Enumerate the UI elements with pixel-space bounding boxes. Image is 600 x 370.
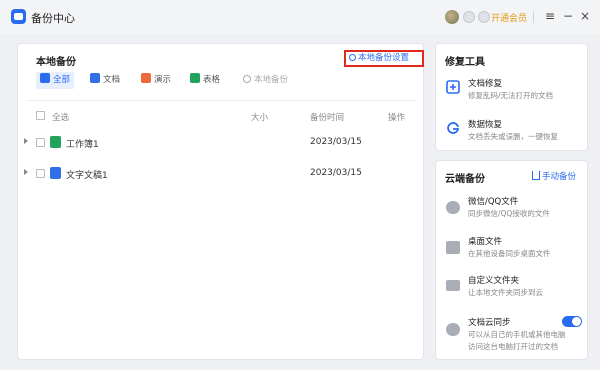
sheet-file-icon <box>50 136 61 148</box>
table-row[interactable]: 文字文稿1 2023/03/15 <box>18 159 423 189</box>
search-icon <box>243 75 251 83</box>
cloud-sync-icon <box>446 323 460 336</box>
custom-folder-title: 自定义文件夹 <box>468 276 520 286</box>
title-divider <box>533 11 534 23</box>
table-row[interactable]: 工作簿1 2023/03/15 <box>18 128 423 158</box>
open-vip-link[interactable]: 开通会员 <box>491 11 527 24</box>
upload-icon <box>532 171 540 180</box>
cloud-backup-title: 云端备份 <box>445 174 485 185</box>
filter-slides[interactable]: 演示 <box>141 72 171 89</box>
expand-arrow-icon[interactable] <box>24 138 28 144</box>
desktop-files-title: 桌面文件 <box>468 237 503 247</box>
local-backup-title: 本地备份 <box>36 57 76 68</box>
file-name: 文字文稿1 <box>66 171 108 181</box>
local-backup-settings-button[interactable]: 本地备份设置 <box>344 50 424 67</box>
cloud-sync-toggle[interactable] <box>562 316 582 327</box>
column-action: 操作 <box>388 113 406 123</box>
settings-gear-icon <box>349 54 356 61</box>
filter-doc-label: 文档 <box>103 75 121 85</box>
sheet-icon <box>190 73 200 83</box>
all-files-icon <box>40 73 50 83</box>
custom-folder-desc: 让本地文件夹同步到云 <box>468 288 543 297</box>
search-placeholder: 本地备份 <box>254 75 289 85</box>
doc-cloud-sync-desc: 可以从自己的手机或其他电脑 <box>468 330 566 339</box>
local-backup-panel: 本地备份 本地备份设置 全部 文档 演示 表格 本地备份 全选 大小 备份时间 … <box>17 43 424 360</box>
cloud-backup-panel: 云端备份 手动备份 微信/QQ文件 同步微信/QQ接收的文件 桌面文件 在其他设… <box>435 160 588 360</box>
wechat-qq-desc: 同步微信/QQ接收的文件 <box>468 209 550 218</box>
doc-file-icon <box>50 167 61 179</box>
expand-arrow-icon[interactable] <box>24 169 28 175</box>
file-backup-time: 2023/03/15 <box>310 168 362 178</box>
settings-label: 本地备份设置 <box>358 53 410 63</box>
doc-cloud-sync-title: 文档云同步 <box>468 318 511 328</box>
doc-repair-desc: 修复乱码/无法打开的文档 <box>468 91 554 100</box>
filter-slides-label: 演示 <box>154 75 172 85</box>
filter-all[interactable]: 全部 <box>36 72 75 89</box>
folder-icon <box>446 280 460 291</box>
filter-sheet-label: 表格 <box>203 75 221 85</box>
data-recovery-title: 数据恢复 <box>468 120 503 130</box>
menu-icon[interactable]: ≡ <box>542 8 558 24</box>
divider <box>26 100 416 101</box>
desktop-files-desc: 在其他设备同步桌面文件 <box>468 249 551 258</box>
manual-backup-label: 手动备份 <box>542 172 577 182</box>
app-title: 备份中心 <box>31 12 75 25</box>
column-backup-time: 备份时间 <box>310 113 345 123</box>
column-size: 大小 <box>251 113 269 123</box>
vip-badge-icon[interactable] <box>478 11 490 23</box>
filter-all-label: 全部 <box>53 75 71 85</box>
slides-icon <box>141 73 151 83</box>
backup-center-logo-icon <box>11 9 26 24</box>
data-recovery-desc: 文档丢失或误删，一键恢复 <box>468 132 558 141</box>
file-backup-time: 2023/03/15 <box>310 137 362 147</box>
row-checkbox[interactable] <box>36 138 45 147</box>
manual-backup-button[interactable]: 手动备份 <box>532 170 576 182</box>
close-icon[interactable]: × <box>577 8 593 24</box>
filter-sheet[interactable]: 表格 <box>190 72 220 89</box>
data-recovery-icon <box>447 122 460 134</box>
doc-cloud-sync-desc-2: 访问这台电脑打开过的文档 <box>468 342 558 351</box>
repair-tools-panel: 修复工具 文档修复 修复乱码/无法打开的文档 数据恢复 文档丢失或误删，一键恢复 <box>435 43 588 151</box>
member-badge-icon[interactable] <box>463 11 475 23</box>
wechat-qq-title: 微信/QQ文件 <box>468 197 519 207</box>
title-bar: 备份中心 开通会员 ≡ − × <box>0 0 600 34</box>
wechat-qq-icon <box>446 201 460 214</box>
doc-repair-title: 文档修复 <box>468 79 503 89</box>
column-select-all: 全选 <box>52 113 70 123</box>
file-name: 工作簿1 <box>66 140 99 150</box>
minimize-icon[interactable]: − <box>560 8 576 24</box>
row-checkbox[interactable] <box>36 169 45 178</box>
doc-repair-icon <box>446 80 460 94</box>
search-local-backup[interactable]: 本地备份 <box>243 72 288 89</box>
repair-tools-title: 修复工具 <box>445 57 485 68</box>
doc-icon <box>90 73 100 83</box>
select-all-checkbox[interactable] <box>36 111 45 120</box>
avatar[interactable] <box>445 10 459 24</box>
desktop-icon <box>446 241 460 254</box>
filter-doc[interactable]: 文档 <box>90 72 120 89</box>
